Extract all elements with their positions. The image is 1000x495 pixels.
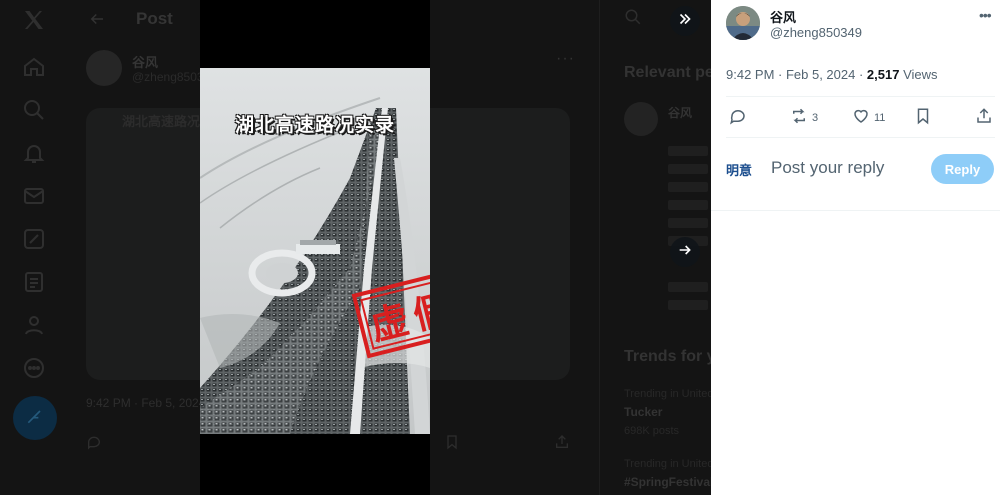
reply-input[interactable]: Post your reply (771, 158, 884, 178)
post-actions: 3 11 (726, 107, 996, 129)
share-icon[interactable] (554, 434, 570, 455)
divider (711, 210, 1000, 211)
share-action[interactable] (975, 107, 993, 128)
bookmark-icon[interactable] (444, 434, 460, 455)
more-options-icon[interactable]: ••• (979, 7, 992, 23)
reply-action[interactable] (729, 107, 747, 128)
author-avatar[interactable] (726, 6, 760, 40)
post-timestamp[interactable]: 9:42 PM · Feb 5, 2024 · (726, 67, 867, 82)
bio-line (668, 282, 708, 292)
explore-icon[interactable] (22, 98, 46, 122)
post-meta: 9:42 PM · Feb 5, 2024 · 2,517 Views (726, 67, 938, 82)
views-count: 2,517 (866, 67, 900, 82)
related-avatar[interactable] (624, 102, 658, 136)
author-name[interactable]: 谷风 (132, 52, 158, 71)
repost-icon (790, 107, 808, 128)
compose-post-button[interactable] (13, 396, 57, 440)
bio-line (668, 146, 708, 156)
divider (726, 96, 995, 97)
bio-line (668, 300, 708, 310)
sidebar-nav (0, 0, 70, 495)
divider (726, 137, 995, 138)
reply-button[interactable]: Reply (931, 154, 994, 184)
screen: Post 谷风 @zheng850349 ··· 湖北高速路况实录 9:42 P… (0, 0, 1000, 495)
home-icon[interactable] (22, 55, 46, 79)
trend-count: 698K posts (624, 425, 680, 437)
next-media-button[interactable] (670, 237, 700, 267)
bookmark-action[interactable] (914, 107, 932, 128)
double-chevron-right-icon (676, 10, 694, 33)
reply-icon (729, 107, 747, 128)
like-action[interactable]: 11 (852, 107, 885, 128)
bio-line (668, 218, 708, 228)
video-caption: 湖北高速路况实录 (234, 114, 395, 136)
views-label: Views (899, 67, 938, 82)
bookmark-icon (914, 107, 932, 128)
more-circle-icon[interactable] (22, 356, 46, 380)
profile-icon[interactable] (22, 313, 46, 337)
feather-icon (25, 406, 45, 431)
share-icon (975, 107, 993, 128)
related-name[interactable]: 谷风 (668, 104, 692, 121)
current-user-avatar[interactable]: 明意 (726, 160, 760, 180)
heart-icon (852, 107, 870, 128)
collapse-panel-button[interactable] (670, 6, 700, 36)
author-avatar[interactable] (86, 50, 122, 86)
bio-line (668, 164, 708, 174)
page-title: Post (136, 9, 173, 28)
bio-line (668, 182, 708, 192)
author-name[interactable]: 谷风 (770, 7, 796, 26)
x-logo-icon[interactable] (22, 8, 46, 32)
back-arrow-icon[interactable] (88, 10, 106, 28)
grok-icon[interactable] (22, 227, 46, 251)
like-count: 11 (874, 111, 886, 124)
arrow-right-icon (677, 242, 693, 263)
post-header: Post (88, 8, 173, 30)
trend-name[interactable]: #SpringFestival (624, 475, 713, 489)
more-options-icon[interactable]: ··· (556, 50, 575, 68)
trend-name[interactable]: Tucker (624, 405, 662, 419)
reply-sheet: 谷风 @zheng850349 ••• 9:42 PM · Feb 5, 202… (711, 0, 1000, 495)
bio-line (668, 200, 708, 210)
repost-action[interactable]: 3 (790, 107, 818, 128)
notifications-icon[interactable] (22, 141, 46, 165)
repost-count: 3 (812, 111, 819, 124)
reply-icon[interactable] (86, 434, 102, 455)
messages-icon[interactable] (22, 184, 46, 208)
post-timestamp: 9:42 PM · Feb 5, 2024 (86, 396, 206, 410)
media-video[interactable]: 湖北高速路况实录 虚假 (200, 68, 430, 434)
author-handle[interactable]: @zheng850349 (770, 25, 862, 40)
search-icon[interactable] (624, 8, 642, 26)
lists-icon[interactable] (22, 270, 46, 294)
